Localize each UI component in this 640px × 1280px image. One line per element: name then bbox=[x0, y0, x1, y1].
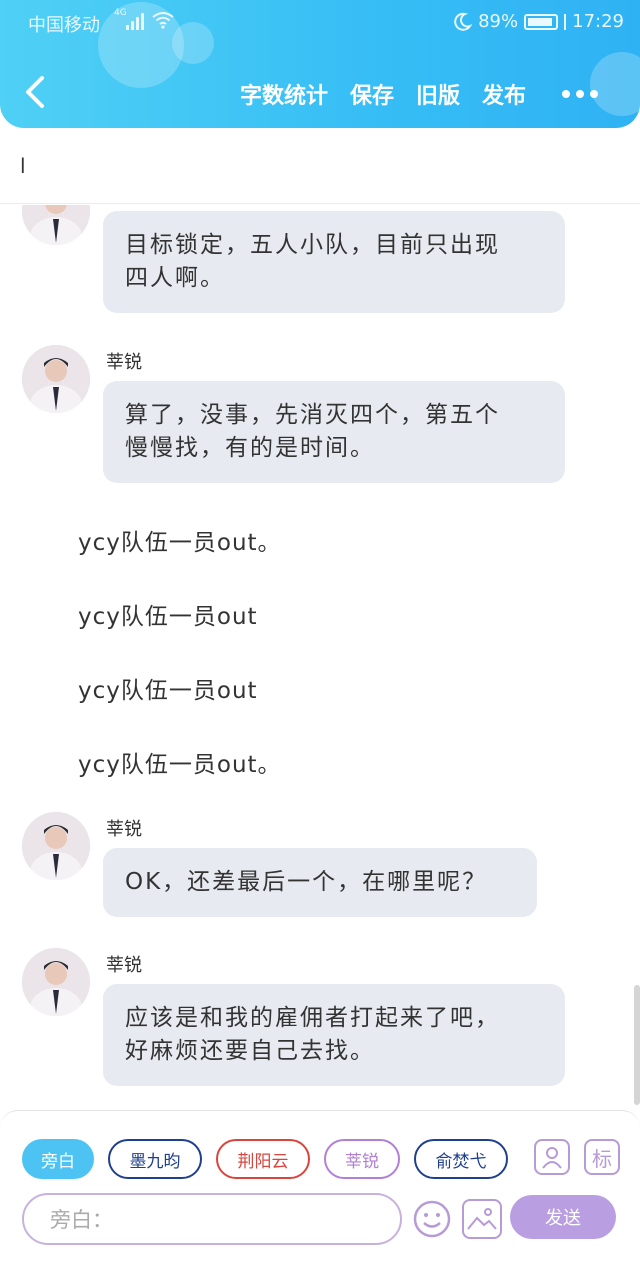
character-portrait-icon bbox=[22, 812, 90, 880]
emoji-icon[interactable] bbox=[412, 1199, 452, 1239]
message-line: 算了，没事，先消灭四个，第五个 bbox=[125, 402, 500, 428]
app-header: 中国移动 4G 89% 17:29 字数统计 保存 旧版 发布 bbox=[0, 0, 640, 128]
save-button[interactable]: 保存 bbox=[350, 78, 394, 110]
person-icon bbox=[542, 1147, 562, 1169]
person-card-icon[interactable] bbox=[534, 1139, 570, 1175]
more-options-icon[interactable] bbox=[562, 90, 598, 98]
narration-line: ycy队伍一员out。 bbox=[78, 752, 282, 778]
message-line: 慢慢找，有的是时间。 bbox=[125, 435, 375, 461]
title-input[interactable]: l bbox=[20, 154, 26, 178]
title-input-row[interactable]: l bbox=[0, 128, 640, 204]
character-chip[interactable]: 俞焚弋 bbox=[414, 1139, 508, 1179]
message-line: 应该是和我的雇佣者打起来了吧， bbox=[125, 1005, 500, 1031]
narration-line: ycy队伍一员out bbox=[78, 604, 258, 630]
input-placeholder: 旁白： bbox=[50, 1208, 113, 1232]
message-line: 四人啊。 bbox=[125, 265, 225, 291]
avatar[interactable] bbox=[22, 812, 90, 880]
message-bubble: OK，还差最后一个，在哪里呢？ bbox=[103, 848, 537, 917]
character-chip[interactable]: 莘锐 bbox=[324, 1139, 400, 1179]
message-bubble: 应该是和我的雇佣者打起来了吧， 好麻烦还要自己去找。 bbox=[103, 984, 565, 1086]
status-divider bbox=[564, 13, 567, 30]
message-line: 好麻烦还要自己去找。 bbox=[125, 1038, 375, 1064]
character-chip-narrator[interactable]: 旁白 bbox=[22, 1139, 94, 1179]
speaker-name: 莘锐 bbox=[106, 352, 142, 373]
message-bubble: 目标锁定，五人小队，目前只出现 四人啊。 bbox=[103, 211, 565, 313]
message-bubble: 算了，没事，先消灭四个，第五个 慢慢找，有的是时间。 bbox=[103, 381, 565, 483]
carrier-name: 中国移动 bbox=[28, 15, 100, 36]
nav-row: 字数统计 保存 旧版 发布 bbox=[0, 68, 640, 118]
scrollbar[interactable] bbox=[634, 985, 640, 1105]
message-line: 目标锁定，五人小队，目前只出现 bbox=[125, 232, 500, 258]
status-right: 89% 17:29 bbox=[452, 11, 624, 32]
old-version-button[interactable]: 旧版 bbox=[416, 78, 460, 110]
publish-button[interactable]: 发布 bbox=[482, 78, 526, 110]
nav-actions: 字数统计 保存 旧版 发布 bbox=[240, 78, 526, 110]
narration-line: ycy队伍一员out。 bbox=[78, 530, 282, 556]
image-icon[interactable] bbox=[462, 1199, 502, 1239]
tag-button[interactable]: 标 bbox=[584, 1139, 620, 1175]
character-chip[interactable]: 墨九昀 bbox=[108, 1139, 202, 1179]
network-type: 4G bbox=[114, 8, 127, 18]
speaker-name: 莘锐 bbox=[106, 819, 142, 840]
avatar[interactable] bbox=[22, 948, 90, 1016]
clock: 17:29 bbox=[572, 11, 624, 32]
avatar[interactable] bbox=[22, 205, 90, 245]
character-portrait-icon bbox=[22, 948, 90, 1016]
chat-editor-screen: 中国移动 4G 89% 17:29 字数统计 保存 旧版 发布 l 目标锁定，五… bbox=[0, 0, 640, 1280]
moon-icon bbox=[454, 12, 473, 31]
composer-panel: 旁白 墨九昀 荆阳云 莘锐 俞焚弋 标 旁白： 发送 bbox=[0, 1110, 640, 1280]
back-arrow-icon[interactable] bbox=[18, 74, 54, 110]
avatar[interactable] bbox=[22, 345, 90, 413]
message-line: OK，还差最后一个，在哪里呢？ bbox=[125, 869, 488, 895]
send-button[interactable]: 发送 bbox=[510, 1195, 616, 1239]
narration-line: ycy队伍一员out bbox=[78, 678, 258, 704]
chat-list[interactable]: 目标锁定，五人小队，目前只出现 四人啊。 莘锐 算了，没事，先消灭四个，第五个 … bbox=[0, 205, 640, 1110]
speaker-name: 莘锐 bbox=[106, 955, 142, 976]
status-bar: 中国移动 4G 89% 17:29 bbox=[0, 0, 640, 44]
character-portrait-icon bbox=[22, 345, 90, 413]
character-chip[interactable]: 荆阳云 bbox=[216, 1139, 310, 1179]
character-portrait-icon bbox=[22, 205, 90, 245]
signal-icon bbox=[126, 12, 148, 30]
wifi-icon bbox=[152, 12, 174, 29]
battery-icon bbox=[524, 13, 559, 30]
message-input[interactable]: 旁白： bbox=[22, 1193, 402, 1245]
battery-percent: 89% bbox=[478, 11, 519, 32]
word-count-button[interactable]: 字数统计 bbox=[240, 78, 328, 110]
